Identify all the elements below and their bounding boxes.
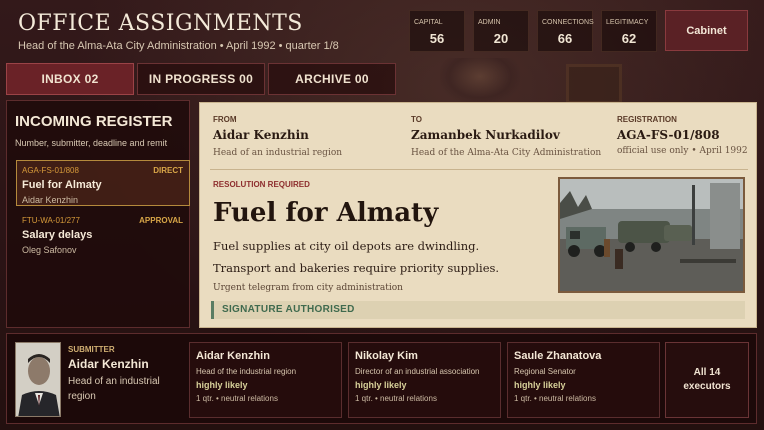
avatar [15,342,61,417]
document-divider [210,169,748,170]
executor-likelihood: highly likely [514,380,566,390]
tab-archive[interactable]: ARCHIVE 00 [268,63,396,95]
register-item-code: AGA-FS-01/808 [22,166,79,175]
register-item-submitter: Aidar Kenzhin [22,195,79,205]
register-item-title: Fuel for Almaty [22,179,102,191]
page-subtitle: Head of the Alma-Ata City Administration… [18,40,339,52]
all-executors-button[interactable]: All 14 executors [665,342,749,418]
document-heading: Fuel for Almaty [213,198,439,228]
stat-value: 20 [493,31,509,46]
stat-value: 62 [621,31,637,46]
from-role: Head of an industrial region [213,148,343,158]
document-body-line: Transport and bakeries require priority … [213,261,500,275]
register-subtitle: Number, submitter, deadline and remit [15,138,168,148]
registration-label: REGISTRATION [617,115,677,124]
register-item-salary[interactable]: FTU-WA-01/277 APPROVAL Salary delays Ole… [16,210,190,256]
register-title: INCOMING REGISTER [15,113,173,130]
stat-capital: CAPITAL 56 [409,10,465,52]
register-item-kind: DIRECT [153,166,183,175]
stat-value: 56 [429,31,445,46]
to-name: Zamanbek Nurkadilov [411,128,560,142]
from-name: Aidar Kenzhin [213,128,309,142]
document-photo [558,177,745,293]
executor-likelihood: highly likely [355,380,407,390]
executor-role: Regional Senator [514,367,576,376]
cabinet-button[interactable]: Cabinet [665,10,748,51]
submitter-label: SUBMITTER [68,345,115,354]
register-item-title: Salary delays [22,229,93,241]
executor-likelihood: highly likely [196,380,248,390]
to-label: TO [411,115,422,124]
stat-legitimacy: LEGITIMACY 62 [601,10,657,52]
register-item-kind: APPROVAL [139,216,183,225]
register-item-code: FTU-WA-01/277 [22,216,80,225]
executor-meta: 1 qtr. • neutral relations [355,394,437,403]
resolution-required-label: RESOLUTION REQUIRED [213,180,310,189]
executors-panel: SUBMITTER Aidar Kenzhin Head of an indus… [6,333,757,424]
stat-label: LEGITIMACY [606,19,649,26]
executor-card[interactable]: Aidar Kenzhin Head of the industrial reg… [189,342,342,418]
stat-label: CONNECTIONS [542,19,594,26]
executor-name: Saule Zhanatova [514,350,602,362]
stat-label: ADMIN [478,19,501,26]
background-portrait [440,58,520,104]
executor-card[interactable]: Nikolay Kim Director of an industrial as… [348,342,501,418]
stat-admin: ADMIN 20 [473,10,529,52]
registration-code: AGA-FS-01/808 [617,128,720,142]
page-title: OFFICE ASSIGNMENTS [18,11,303,36]
incoming-register-panel: INCOMING REGISTER Number, submitter, dea… [6,100,190,328]
submitter-portrait [16,343,60,416]
executor-meta: 1 qtr. • neutral relations [196,394,278,403]
tab-inbox[interactable]: INBOX 02 [6,63,134,95]
from-label: FROM [213,115,237,124]
document-body-line: Fuel supplies at city oil depots are dwi… [213,239,480,253]
all-executors-count: All 14 [693,367,721,378]
executor-role: Director of an industrial association [355,367,480,376]
executor-name: Nikolay Kim [355,350,418,362]
executor-card[interactable]: Saule Zhanatova Regional Senator highly … [507,342,660,418]
all-executors-label: executors [683,381,731,392]
signature-authorised-banner: SIGNATURE AUTHORISED [211,301,745,319]
document-note: Urgent telegram from city administration [213,283,403,293]
background-picture-frame [566,64,622,104]
register-item-submitter: Oleg Safonov [22,245,77,255]
tab-in-progress[interactable]: IN PROGRESS 00 [137,63,265,95]
executor-role: Head of the industrial region [196,367,297,376]
to-role: Head of the Alma-Ata City Administration [411,148,602,158]
submitter-role: Head of an industrial region [68,376,160,402]
stat-label: CAPITAL [414,19,443,26]
register-item-fuel[interactable]: AGA-FS-01/808 DIRECT Fuel for Almaty Aid… [16,160,190,206]
submitter-name: Aidar Kenzhin [68,357,149,371]
executor-meta: 1 qtr. • neutral relations [514,394,596,403]
fuel-trucks-photo [560,179,743,291]
registration-meta: official use only • April 1992 [617,146,748,156]
stat-connections: CONNECTIONS 66 [537,10,594,52]
stat-value: 66 [557,31,573,46]
executor-name: Aidar Kenzhin [196,350,270,362]
assignment-document: FROM Aidar Kenzhin Head of an industrial… [199,102,757,328]
